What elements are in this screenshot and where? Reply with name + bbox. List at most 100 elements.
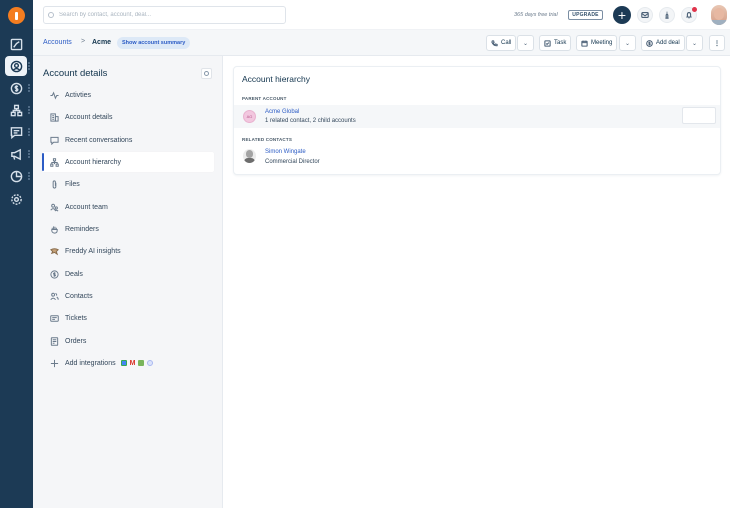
search-input[interactable] [59, 12, 279, 18]
hand-icon [51, 225, 58, 234]
notification-dot [692, 7, 697, 12]
task-button[interactable]: Task [539, 35, 572, 51]
parent-account-avatar: AG [243, 110, 256, 123]
nav-account-team[interactable]: Account team [42, 197, 214, 217]
nav-label: Account details [65, 113, 113, 121]
gmail-icon[interactable]: M [130, 360, 136, 367]
mail-button[interactable] [637, 7, 653, 23]
nav-activities[interactable]: Activties [42, 85, 214, 105]
rail-reports[interactable] [5, 166, 27, 186]
add-deal-dropdown[interactable]: ⌄ [686, 35, 703, 51]
chat-icon [10, 126, 22, 139]
nav-reminders[interactable]: Reminders [42, 219, 214, 239]
hierarchy-icon [50, 157, 59, 167]
rail-campaigns-more[interactable] [28, 150, 30, 158]
quick-add-button[interactable]: + [613, 6, 631, 24]
plus-icon [50, 359, 59, 367]
add-deal-button[interactable]: Add deal [641, 35, 685, 51]
ticket-icon [50, 314, 59, 322]
nav-account-details[interactable]: Account details [42, 107, 214, 127]
parent-row-action-button[interactable] [682, 107, 716, 124]
rail-conversations[interactable] [5, 122, 27, 142]
related-contacts-label: RELATED CONTACTS [242, 137, 293, 142]
add-deal-label: Add deal [656, 40, 680, 46]
nav-label: Account hierarchy [65, 158, 122, 166]
team-icon [50, 203, 59, 211]
parent-account-row: AG Acme Global 1 related contact, 2 chil… [234, 105, 720, 128]
calendar-icon [581, 40, 588, 47]
call-dropdown[interactable]: ⌄ [517, 35, 534, 51]
other-integration-icon[interactable] [147, 360, 154, 366]
meeting-dropdown[interactable]: ⌄ [619, 35, 636, 51]
nav-add-integrations[interactable]: Add integrations M [42, 353, 214, 373]
building-icon [50, 112, 59, 122]
nav-label: Activties [65, 91, 92, 99]
call-button[interactable]: Call [486, 35, 517, 51]
upgrade-button[interactable]: UPGRADE [568, 10, 603, 20]
rail-deals-more[interactable] [28, 84, 30, 92]
google-workspace-icon[interactable] [120, 360, 127, 366]
meeting-button[interactable]: Meeting [576, 35, 618, 51]
nav-deals[interactable]: Deals [42, 264, 214, 284]
dollar-circle-icon [10, 82, 22, 94]
nav-orders[interactable]: Orders [42, 331, 214, 351]
panel-title: Account details [43, 68, 108, 79]
order-icon [50, 336, 59, 346]
nav-label: Orders [65, 337, 87, 345]
app-root: 365 days free trial UPGRADE + Accounts >… [0, 0, 730, 508]
rail-dashboard[interactable] [5, 34, 27, 54]
chevron-down-icon: ⌄ [522, 40, 529, 47]
paperclip-icon [52, 179, 57, 189]
rail-org[interactable] [5, 100, 27, 120]
nav-contacts[interactable]: Contacts [42, 286, 214, 306]
global-search[interactable] [43, 6, 286, 24]
nav-label: Contacts [65, 292, 93, 300]
activity-icon [50, 91, 59, 99]
chevron-down-icon: ⌄ [624, 40, 631, 47]
integration-icons: M [120, 360, 154, 367]
nav-recent-conversations[interactable]: Recent conversations [42, 130, 214, 150]
rail-settings[interactable] [5, 189, 27, 209]
parent-account-summary: 1 related contact, 2 child accounts [265, 118, 356, 124]
show-summary-button[interactable]: Show account summary [117, 37, 191, 49]
search-icon [48, 12, 54, 18]
contact-name-link[interactable]: Simon Wingate [265, 149, 306, 155]
freshworks-logo[interactable] [8, 7, 25, 24]
nav-label: Deals [65, 270, 83, 278]
task-icon [544, 39, 551, 47]
phone-call-icon [491, 39, 498, 46]
org-chart-icon [10, 104, 22, 116]
rail-org-more[interactable] [28, 106, 30, 114]
nav-label: Account team [65, 203, 108, 211]
call-label: Call [501, 40, 512, 46]
rail-conversations-more[interactable] [28, 128, 30, 136]
rail-campaigns[interactable] [5, 144, 27, 164]
card-title: Account hierarchy [242, 74, 311, 84]
rail-reports-more[interactable] [28, 172, 30, 180]
user-avatar[interactable] [711, 5, 727, 25]
breadcrumb-accounts[interactable]: Accounts [43, 39, 72, 46]
nav-tickets[interactable]: Tickets [42, 308, 214, 328]
account-details-panel: Account details Activties Account detail… [33, 56, 223, 508]
trial-text: 365 days free trial [514, 12, 558, 18]
rail-contacts-more[interactable] [28, 62, 30, 70]
phone-icon [665, 11, 669, 19]
panel-settings-button[interactable] [201, 68, 212, 79]
nav-freddy-ai[interactable]: Freddy AI insights [42, 241, 214, 261]
rail-contacts[interactable] [5, 56, 27, 76]
nav-account-hierarchy[interactable]: Account hierarchy [42, 152, 214, 172]
shopify-icon[interactable] [138, 360, 145, 366]
parent-account-link[interactable]: Acme Global [265, 109, 299, 115]
nav-files[interactable]: Files [42, 174, 214, 194]
dollar-circle-icon [646, 39, 653, 47]
phone-button[interactable] [659, 7, 675, 23]
more-actions-button[interactable]: ⋮ [709, 35, 725, 51]
user-circle-icon [10, 60, 22, 72]
breadcrumb-current: Acme [92, 39, 112, 46]
megaphone-icon [10, 148, 21, 160]
rail-deals[interactable] [5, 78, 27, 98]
contact-title: Commercial Director [265, 159, 320, 165]
pie-chart-icon [10, 170, 22, 182]
notifications-button[interactable] [681, 7, 697, 23]
contact-avatar [243, 149, 256, 163]
